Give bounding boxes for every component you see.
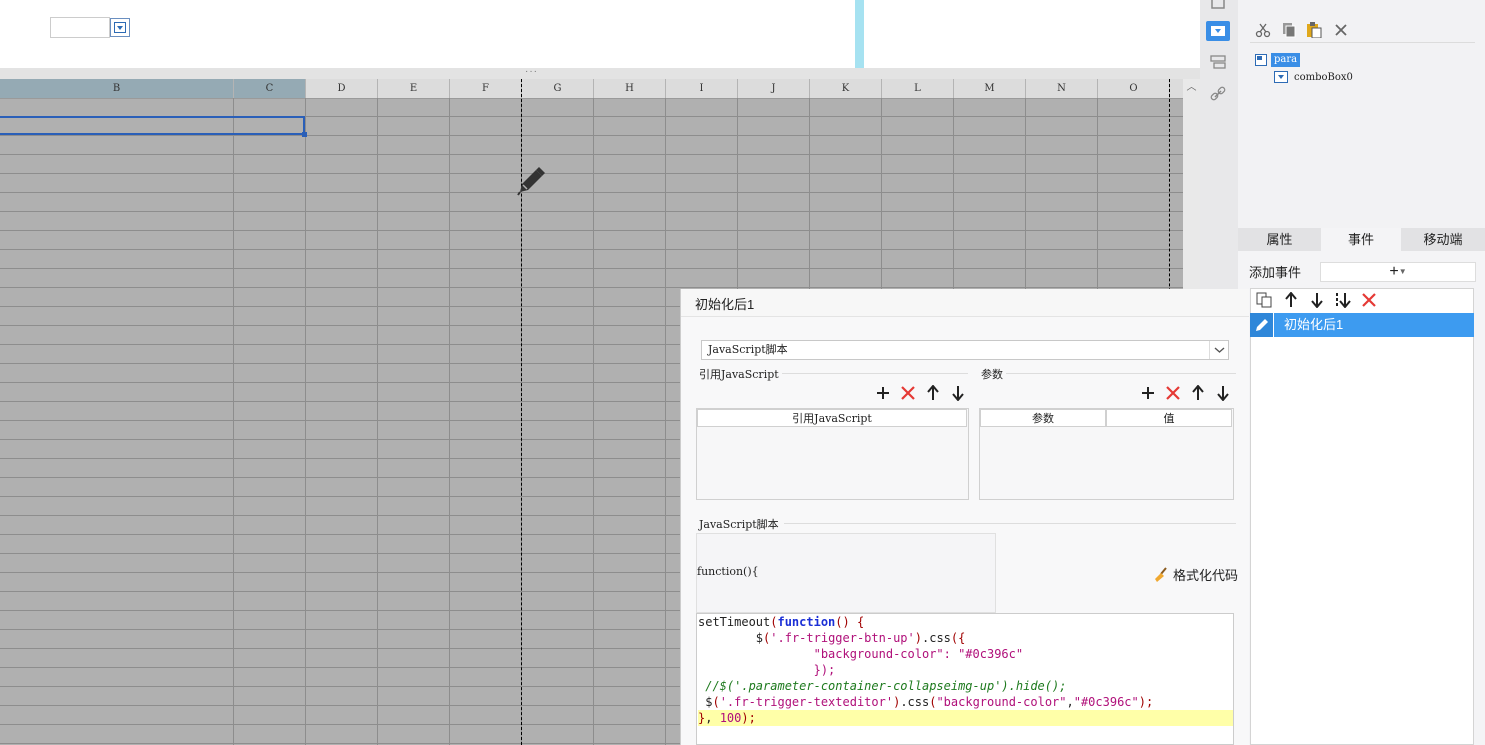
script-section-label: JavaScript脚本	[699, 518, 779, 531]
script-type-select[interactable]: JavaScript脚本	[701, 340, 1229, 360]
delete-event-icon[interactable]	[1362, 293, 1376, 310]
column-header-N[interactable]: N	[1026, 79, 1098, 98]
script-type-value: JavaScript脚本	[708, 343, 788, 356]
event-list	[1250, 288, 1474, 745]
add-ref-icon[interactable]	[875, 385, 891, 401]
add-event-button[interactable]: +▼	[1320, 262, 1476, 282]
param-combo-dropdown-button[interactable]	[110, 18, 130, 37]
add-event-label: 添加事件	[1249, 265, 1302, 280]
tree-node-para[interactable]: para	[1255, 53, 1301, 67]
param-column-header: 参数	[980, 409, 1106, 427]
link-icon[interactable]	[1207, 84, 1229, 104]
tab-events[interactable]: 事件	[1321, 228, 1401, 251]
column-header-H[interactable]: H	[594, 79, 666, 98]
code-line: setTimeout(function() {	[698, 615, 865, 629]
column-header-O[interactable]: O	[1098, 79, 1170, 98]
copy-event-icon[interactable]	[1256, 292, 1274, 311]
column-header-I[interactable]: I	[666, 79, 738, 98]
column-header-G[interactable]: G	[522, 79, 594, 98]
delete-icon[interactable]	[1334, 23, 1348, 40]
form-icon	[1255, 54, 1267, 66]
column-header-J[interactable]: J	[738, 79, 810, 98]
format-code-button[interactable]: 格式化代码	[1153, 565, 1238, 584]
code-line: $('.fr-trigger-btn-up').css({	[698, 631, 966, 645]
code-line: $('.fr-trigger-texteditor').css("backgro…	[698, 695, 1154, 709]
dialog-title-bar	[681, 289, 1249, 317]
code-line-current: }, 100);	[698, 710, 1233, 726]
move-down-param-icon[interactable]	[1215, 385, 1231, 401]
format-code-label: 格式化代码	[1173, 568, 1239, 583]
column-header-M[interactable]: M	[954, 79, 1026, 98]
column-gridline	[665, 98, 666, 745]
tree-node-combobox[interactable]: comboBox0	[1274, 71, 1353, 83]
move-up-icon[interactable]	[1284, 291, 1298, 311]
broom-icon	[1155, 566, 1167, 582]
divider	[1250, 42, 1475, 43]
tree-node-label: comboBox0	[1294, 71, 1353, 83]
column-header-B[interactable]: B	[0, 79, 234, 98]
code-line-comment: //$('.parameter-container-collapseimg-up…	[698, 679, 1067, 693]
move-down-ref-icon[interactable]	[950, 385, 966, 401]
column-gridline	[233, 98, 234, 745]
add-icon: +	[1389, 263, 1399, 281]
column-header-L[interactable]: L	[882, 79, 954, 98]
dialog-title: 初始化后1	[695, 297, 755, 312]
code-line: "background-color": "#0c396c"	[698, 647, 1024, 661]
column-gridline	[593, 98, 594, 745]
divider	[1006, 373, 1236, 374]
column-gridline	[449, 98, 450, 745]
frame-icon[interactable]	[1207, 0, 1229, 14]
parameter-pane-right	[864, 0, 1200, 68]
chevron-down-icon[interactable]	[1209, 341, 1229, 359]
param-combo-input[interactable]	[50, 17, 110, 38]
selected-cell[interactable]	[0, 116, 305, 135]
tree-node-label: para	[1271, 53, 1301, 67]
params-section-label: 参数	[981, 368, 1003, 381]
move-down-icon[interactable]	[1310, 292, 1324, 311]
dropdown-icon	[114, 22, 126, 33]
delete-ref-icon[interactable]	[900, 385, 916, 401]
tab-mobile[interactable]: 移动端	[1401, 228, 1485, 251]
add-param-icon[interactable]	[1140, 385, 1156, 401]
widget-toolbar	[1200, 0, 1238, 290]
widget-tree-panel	[1238, 0, 1485, 228]
move-up-param-icon[interactable]	[1190, 385, 1206, 401]
pencil-icon	[514, 164, 548, 201]
splitter-grip-icon[interactable]: ···	[525, 66, 538, 77]
code-line: });	[698, 663, 836, 677]
pane-splitter[interactable]	[0, 68, 1200, 79]
ref-js-section-label: 引用JavaScript	[699, 368, 779, 381]
column-header-K[interactable]: K	[810, 79, 882, 98]
paste-icon[interactable]	[1306, 22, 1322, 41]
delete-param-icon[interactable]	[1165, 385, 1181, 401]
ref-js-column-header: 引用JavaScript	[697, 409, 967, 427]
copy-icon[interactable]	[1281, 22, 1297, 41]
move-up-ref-icon[interactable]	[925, 385, 941, 401]
column-gridline	[305, 98, 306, 745]
stack-widget-icon[interactable]	[1207, 52, 1229, 72]
value-column-header: 值	[1106, 409, 1232, 427]
column-gridline	[377, 98, 378, 745]
move-bottom-icon[interactable]	[1334, 292, 1352, 311]
combobox-widget-icon[interactable]	[1206, 21, 1230, 41]
edit-event-icon[interactable]	[1250, 313, 1274, 337]
divider	[784, 523, 1236, 524]
cut-icon[interactable]	[1255, 22, 1271, 41]
chevron-down-icon: ▼	[1398, 267, 1407, 276]
column-header-C[interactable]: C	[234, 79, 306, 98]
function-header: function(){	[697, 565, 759, 578]
divider	[782, 373, 968, 374]
scroll-up-icon[interactable]: ︿	[1183, 79, 1200, 96]
combobox-icon	[1274, 71, 1288, 83]
event-item-label: 初始化后1	[1284, 317, 1344, 332]
fill-handle[interactable]	[302, 132, 307, 137]
code-editor[interactable]: setTimeout(function() { $('.fr-trigger-b…	[696, 613, 1234, 745]
tab-properties[interactable]: 属性	[1238, 228, 1321, 251]
column-header-E[interactable]: E	[378, 79, 450, 98]
column-header-D[interactable]: D	[306, 79, 378, 98]
column-header-F[interactable]: F	[450, 79, 522, 98]
parameter-pane-edge	[855, 0, 864, 68]
